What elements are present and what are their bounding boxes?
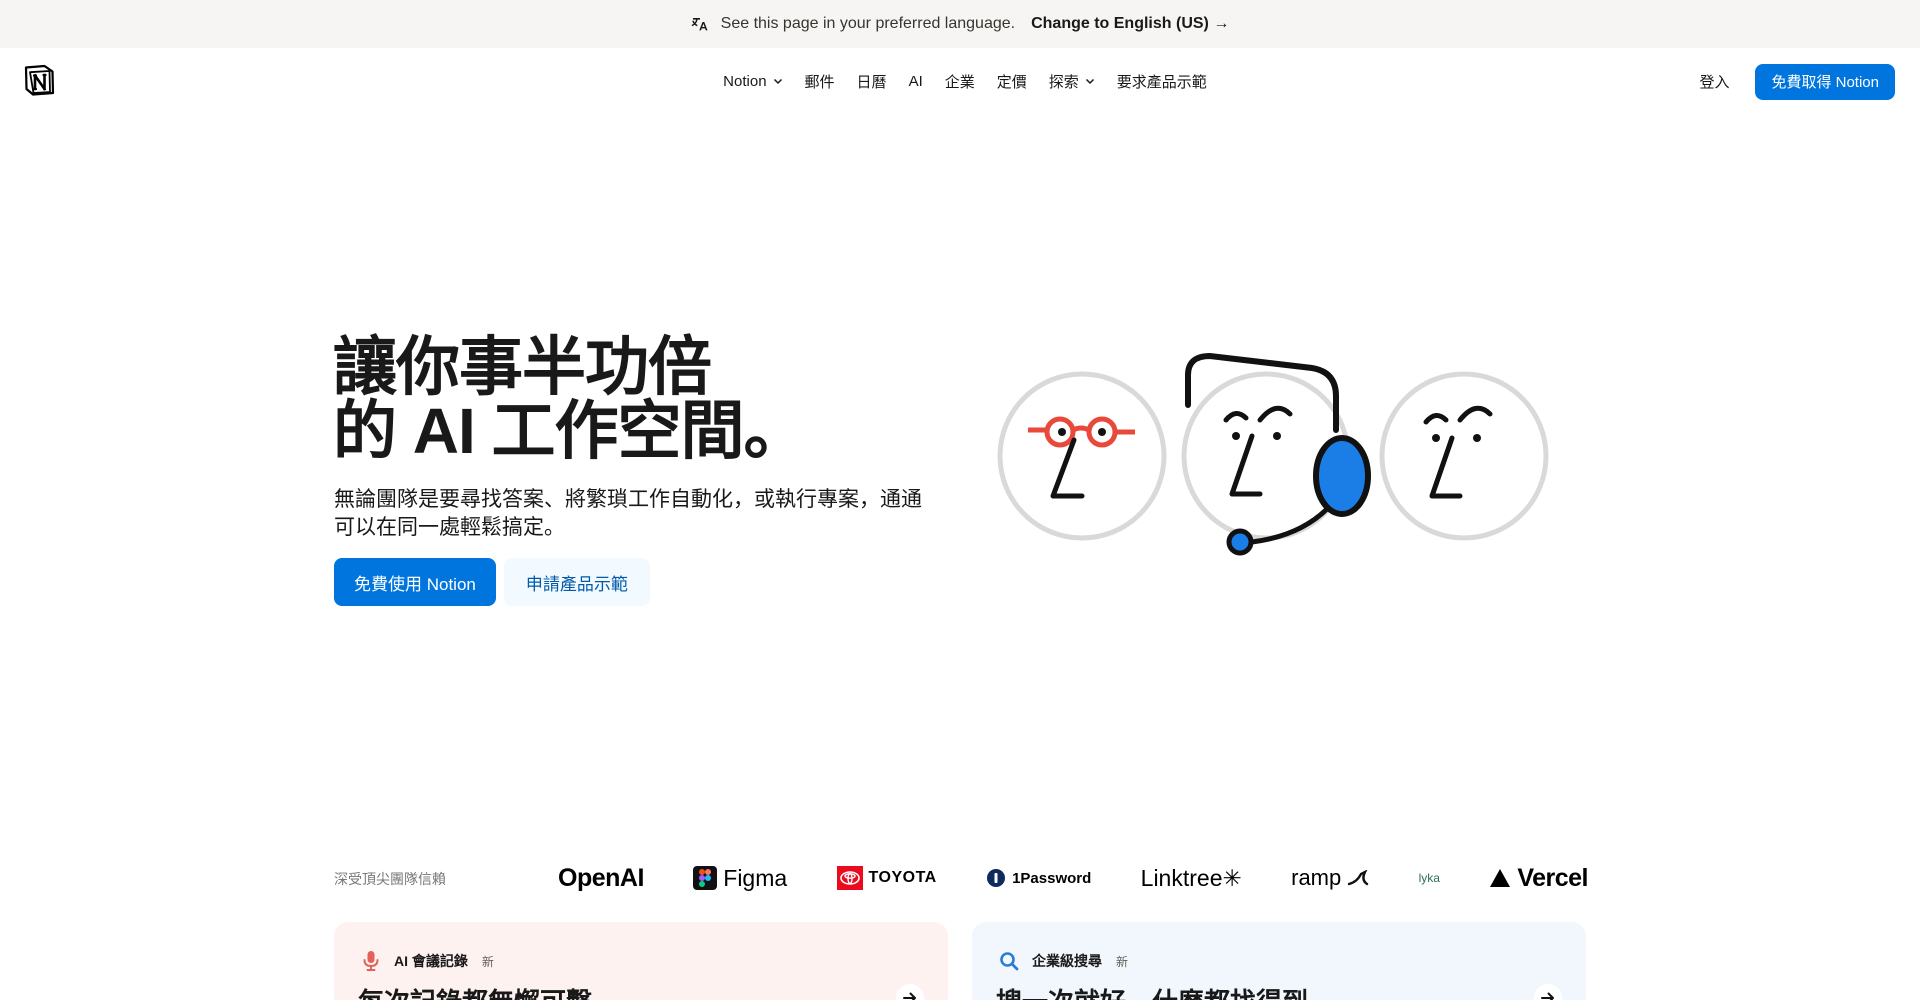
nav-label: 要求產品示範 — [1116, 73, 1207, 91]
request-demo-button[interactable]: 申請產品示範 — [503, 558, 650, 606]
nav-label: Notion — [723, 72, 767, 90]
face-with-glasses — [997, 371, 1167, 541]
card-title: 搜一次就好，什麼都找得到 — [996, 982, 1308, 1000]
ramp-logo: ramp — [1291, 865, 1369, 891]
figma-icon — [693, 866, 718, 890]
linktree-logo: Linktree✳ — [1141, 865, 1242, 892]
vercel-triangle-icon — [1490, 869, 1511, 887]
logo-text: TOYOTA — [868, 869, 937, 886]
feature-card-enterprise-search[interactable]: 企業級搜尋 新 搜一次就好，什麼都找得到 — [972, 922, 1586, 1000]
nav-label: 郵件 — [804, 73, 835, 91]
chevron-down-icon — [1085, 78, 1094, 85]
login-link[interactable]: 登入 — [1689, 63, 1739, 100]
arrow-right-icon[interactable] — [896, 984, 924, 1000]
new-badge: 新 — [481, 954, 494, 969]
hero-title: 讓你事半功倍 的 AI 工作空間。 — [333, 331, 808, 467]
logo-text: 1Password — [1012, 869, 1092, 887]
language-banner: See this page in your preferred language… — [0, 0, 1920, 48]
openai-logo: OpenAI — [558, 864, 644, 893]
nav-label: 定價 — [996, 73, 1027, 91]
banner-message: See this page in your preferred language… — [720, 15, 1016, 32]
nav-item-ai[interactable]: AI — [898, 67, 934, 96]
logo-text: Figma — [723, 864, 788, 891]
1password-logo: 1Password — [986, 868, 1091, 888]
vercel-logo: Vercel — [1489, 864, 1588, 893]
logo-text: Linktree✳ — [1140, 864, 1242, 891]
nav-item-calendar[interactable]: 日曆 — [846, 65, 898, 98]
nav-item-explore[interactable]: 探索 — [1038, 65, 1106, 98]
search-icon — [996, 948, 1022, 974]
toyota-icon — [836, 866, 863, 890]
nav-label: AI — [908, 72, 923, 90]
chevron-down-icon — [773, 78, 782, 85]
feature-card-ai-meeting-notes[interactable]: AI 會議記錄 新 每次記錄都無懈可擊 — [334, 922, 948, 1000]
figma-logo: Figma — [693, 865, 787, 892]
get-notion-free-button[interactable]: 免費取得 Notion — [1755, 63, 1895, 100]
1password-icon — [987, 869, 1006, 887]
arrow-right-icon[interactable] — [1534, 984, 1562, 1000]
nav-item-request-demo[interactable]: 要求產品示範 — [1106, 65, 1218, 98]
new-badge: 新 — [1116, 954, 1129, 969]
nav-label: 企業 — [944, 73, 975, 91]
hero-subtitle: 無論團隊是要尋找答案、將繁瑣工作自動化，或執行專案，通通可以在同一處輕鬆搞定。 — [334, 488, 922, 539]
navbar: Notion 郵件 日曆 AI 企業 定價 探索 要求產品示範 登入 免費取得 … — [0, 48, 1920, 114]
nav-item-notion[interactable]: Notion — [712, 67, 793, 96]
logo-text: OpenAI — [558, 863, 644, 892]
microphone-icon — [358, 948, 384, 974]
hero-title-line-2: 的 AI 工作空間。 — [333, 395, 808, 467]
trust-label: 深受頂尖團隊信賴 — [334, 871, 446, 887]
card-tag-label: AI 會議記錄 — [394, 953, 468, 969]
nav-item-pricing[interactable]: 定價 — [986, 65, 1038, 98]
change-language-link[interactable]: Change to English (US) → — [1031, 15, 1229, 33]
toyota-logo: TOYOTA — [836, 866, 937, 890]
lyka-logo: lyka — [1419, 871, 1440, 885]
notion-logo-icon[interactable] — [24, 64, 55, 96]
card-tag: AI 會議記錄 新 — [358, 948, 494, 974]
face-with-headset — [1181, 352, 1371, 556]
card-tag-label: 企業級搜尋 — [1032, 953, 1102, 969]
hero-title-line-1: 讓你事半功倍 — [333, 331, 712, 403]
hero-actions: 免費使用 Notion 申請產品示範 — [334, 558, 650, 606]
main-nav: Notion 郵件 日曆 AI 企業 定價 探索 要求產品示範 — [0, 48, 1920, 114]
try-notion-free-button[interactable]: 免費使用 Notion — [334, 558, 496, 606]
nav-label: 日曆 — [856, 73, 887, 91]
face-plain — [1379, 371, 1549, 541]
nav-label: 探索 — [1048, 73, 1079, 91]
nav-actions: 登入 免費取得 Notion — [1689, 63, 1895, 100]
ramp-icon — [1348, 870, 1369, 886]
logo-text: lyka — [1418, 871, 1440, 885]
nav-item-mail[interactable]: 郵件 — [794, 65, 846, 98]
translate-icon — [691, 18, 708, 31]
hero-faces-illustration — [997, 352, 1549, 556]
logo-text: ramp — [1291, 865, 1342, 890]
customer-logos: OpenAI Figma TOYOTA 1Password Linktree✳ … — [558, 860, 1588, 896]
card-title: 每次記錄都無懈可擊 — [358, 982, 592, 1000]
logo-text: Vercel — [1517, 863, 1588, 892]
nav-item-enterprise[interactable]: 企業 — [934, 65, 986, 98]
card-tag: 企業級搜尋 新 — [996, 948, 1128, 974]
